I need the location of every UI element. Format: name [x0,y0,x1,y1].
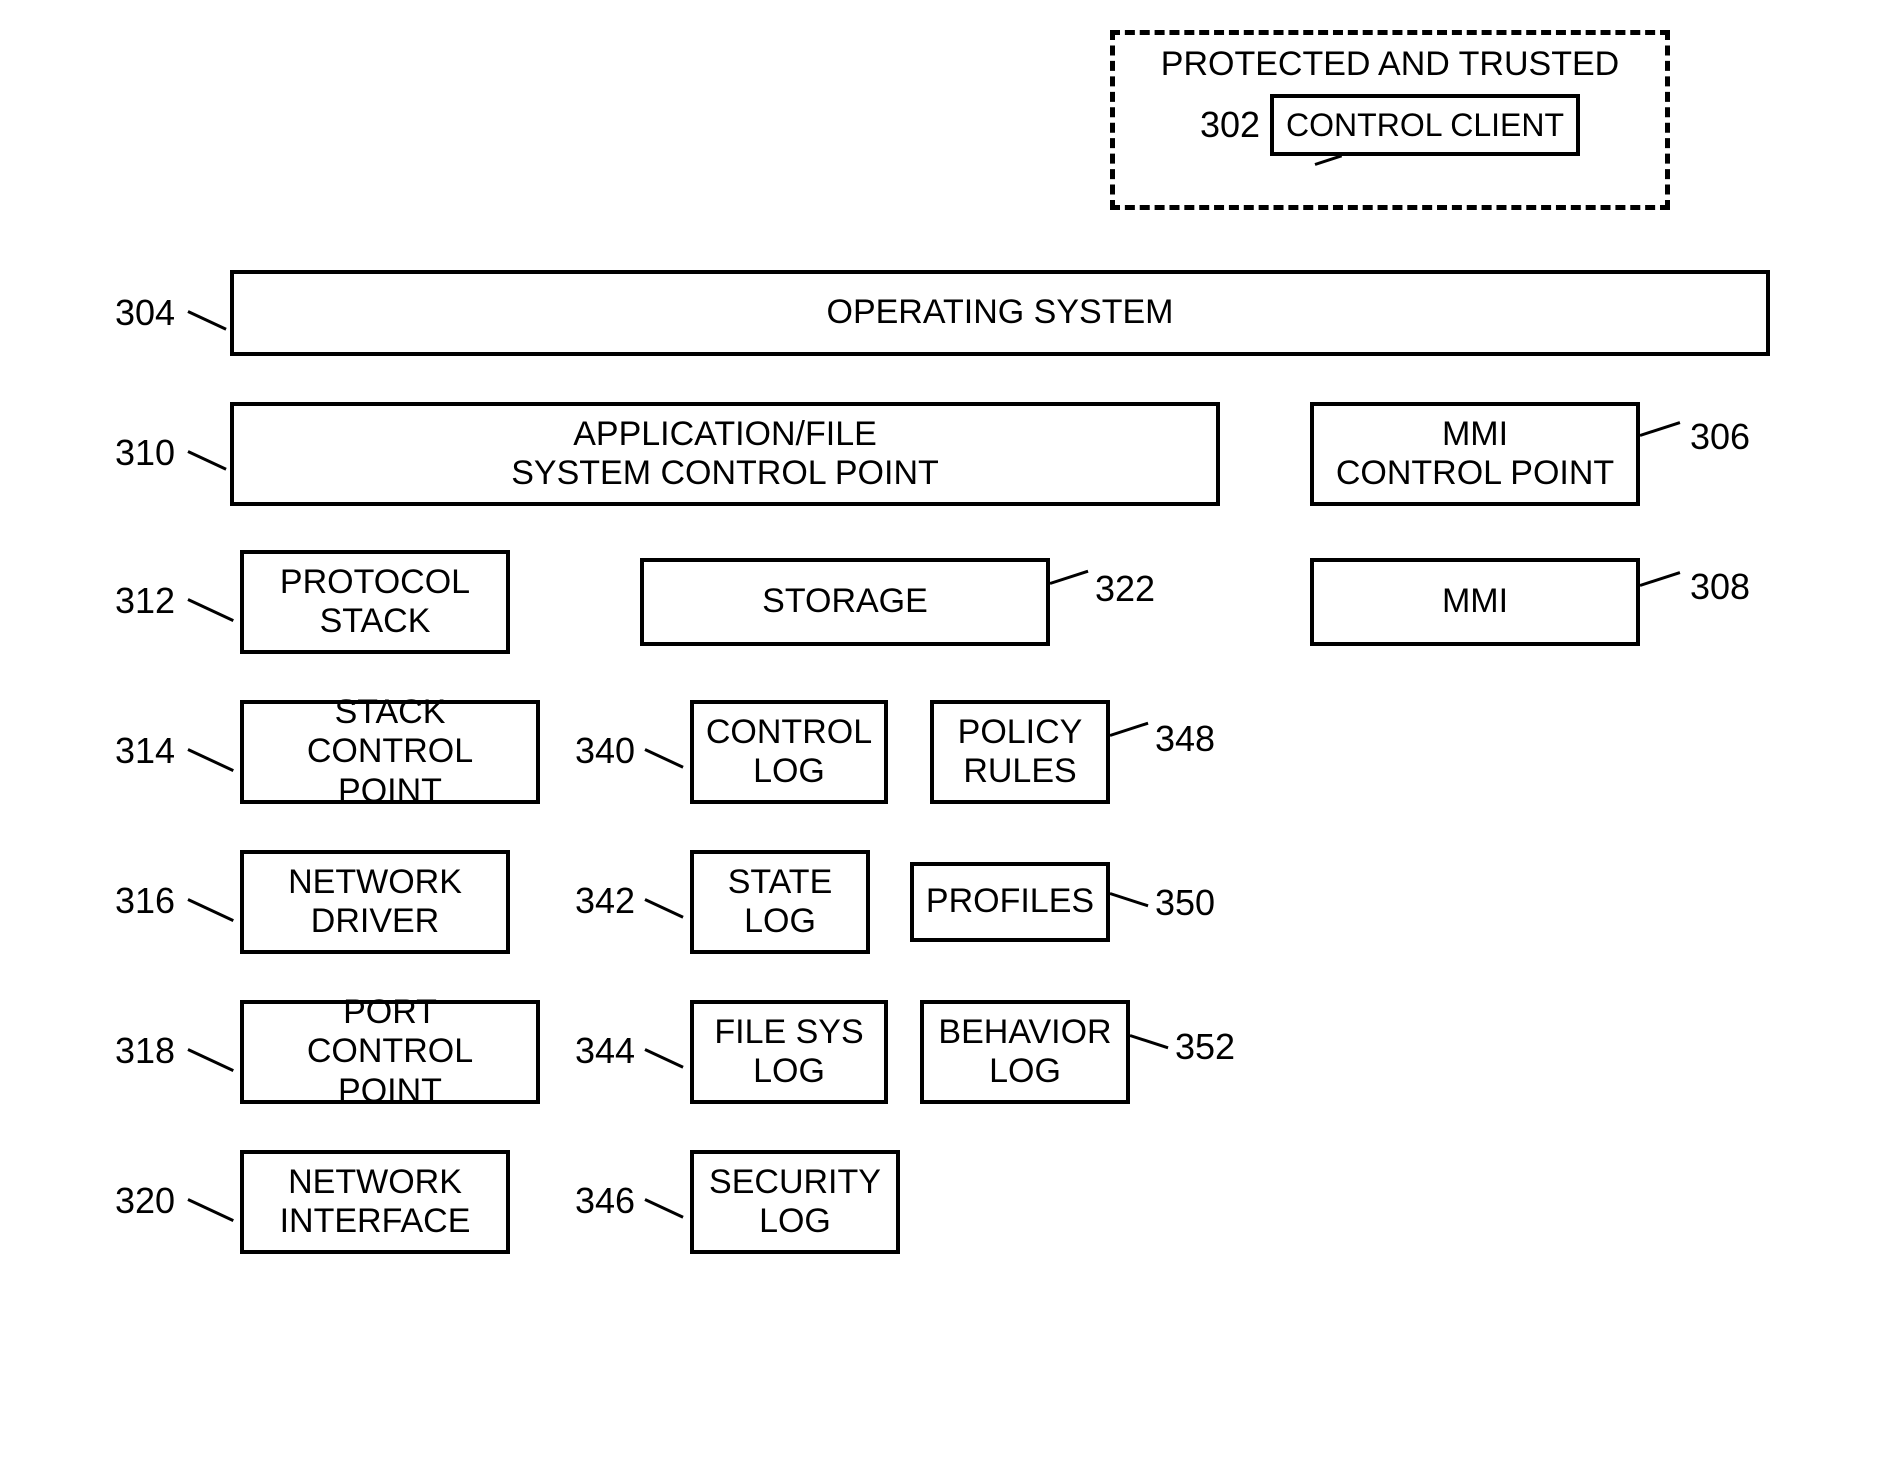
ref-348: 348 [1155,718,1215,760]
connector-346 [644,1198,683,1218]
behavior-log-label: BEHAVIOR LOG [938,1013,1111,1091]
connector-310 [187,450,226,470]
protocol-stack-label: PROTOCOL STACK [280,563,470,641]
connector-306 [1640,421,1681,437]
mmi-label: MMI [1442,582,1508,621]
connector-302 [1315,154,1343,166]
ref-306: 306 [1690,416,1750,458]
connector-314 [187,748,234,772]
connector-344 [644,1048,683,1068]
connector-340 [644,748,683,768]
state-log-label: STATE LOG [728,863,833,941]
policy-rules-box: POLICY RULES [930,700,1110,804]
state-log-box: STATE LOG [690,850,870,954]
operating-system-label: OPERATING SYSTEM [827,293,1174,332]
connector-350 [1110,892,1149,907]
ref-304: 304 [115,292,175,334]
network-driver-label: NETWORK DRIVER [288,863,462,941]
security-log-box: SECURITY LOG [690,1150,900,1254]
connector-320 [187,1198,234,1222]
storage-label: STORAGE [762,582,928,621]
port-control-point-label: PORT CONTROL POINT [254,993,526,1110]
storage-box: STORAGE [640,558,1050,646]
control-log-box: CONTROL LOG [690,700,888,804]
ref-310: 310 [115,432,175,474]
security-log-label: SECURITY LOG [709,1163,881,1241]
connector-348 [1110,722,1149,737]
connector-318 [187,1048,234,1072]
control-client-box: CONTROL CLIENT [1270,94,1580,156]
behavior-log-box: BEHAVIOR LOG [920,1000,1130,1104]
profiles-box: PROFILES [910,862,1110,942]
app-fs-control-point-label: APPLICATION/FILE SYSTEM CONTROL POINT [511,415,939,493]
connector-342 [644,898,683,918]
ref-318: 318 [115,1030,175,1072]
ref-316: 316 [115,880,175,922]
connector-312 [187,598,234,622]
ref-340: 340 [575,730,635,772]
filesys-log-label: FILE SYS LOG [714,1013,863,1091]
ref-342: 342 [575,880,635,922]
ref-302: 302 [1200,104,1260,146]
policy-rules-label: POLICY RULES [958,713,1083,791]
ref-320: 320 [115,1180,175,1222]
connector-308 [1640,571,1681,587]
app-fs-control-point-box: APPLICATION/FILE SYSTEM CONTROL POINT [230,402,1220,506]
ref-352: 352 [1175,1026,1235,1068]
ref-350: 350 [1155,882,1215,924]
operating-system-box: OPERATING SYSTEM [230,270,1770,356]
profiles-label: PROFILES [926,882,1094,921]
control-client-label: CONTROL CLIENT [1286,107,1564,144]
protocol-stack-box: PROTOCOL STACK [240,550,510,654]
port-control-point-box: PORT CONTROL POINT [240,1000,540,1104]
protected-trusted-group: PROTECTED AND TRUSTED 302 CONTROL CLIENT [1110,30,1670,210]
mmi-box: MMI [1310,558,1640,646]
ref-346: 346 [575,1180,635,1222]
mmi-control-point-box: MMI CONTROL POINT [1310,402,1640,506]
filesys-log-box: FILE SYS LOG [690,1000,888,1104]
ref-312: 312 [115,580,175,622]
stack-control-point-box: STACK CONTROL POINT [240,700,540,804]
stack-control-point-label: STACK CONTROL POINT [254,693,526,810]
ref-308: 308 [1690,566,1750,608]
ref-314: 314 [115,730,175,772]
control-log-label: CONTROL LOG [706,713,872,791]
network-interface-box: NETWORK INTERFACE [240,1150,510,1254]
ref-322: 322 [1095,568,1155,610]
mmi-control-point-label: MMI CONTROL POINT [1336,415,1614,493]
connector-322 [1050,570,1089,585]
network-driver-box: NETWORK DRIVER [240,850,510,954]
ref-344: 344 [575,1030,635,1072]
connector-316 [187,898,234,922]
connector-352 [1130,1034,1169,1049]
network-interface-label: NETWORK INTERFACE [280,1163,471,1241]
connector-304 [187,310,226,330]
protected-trusted-title: PROTECTED AND TRUSTED [1127,45,1653,84]
